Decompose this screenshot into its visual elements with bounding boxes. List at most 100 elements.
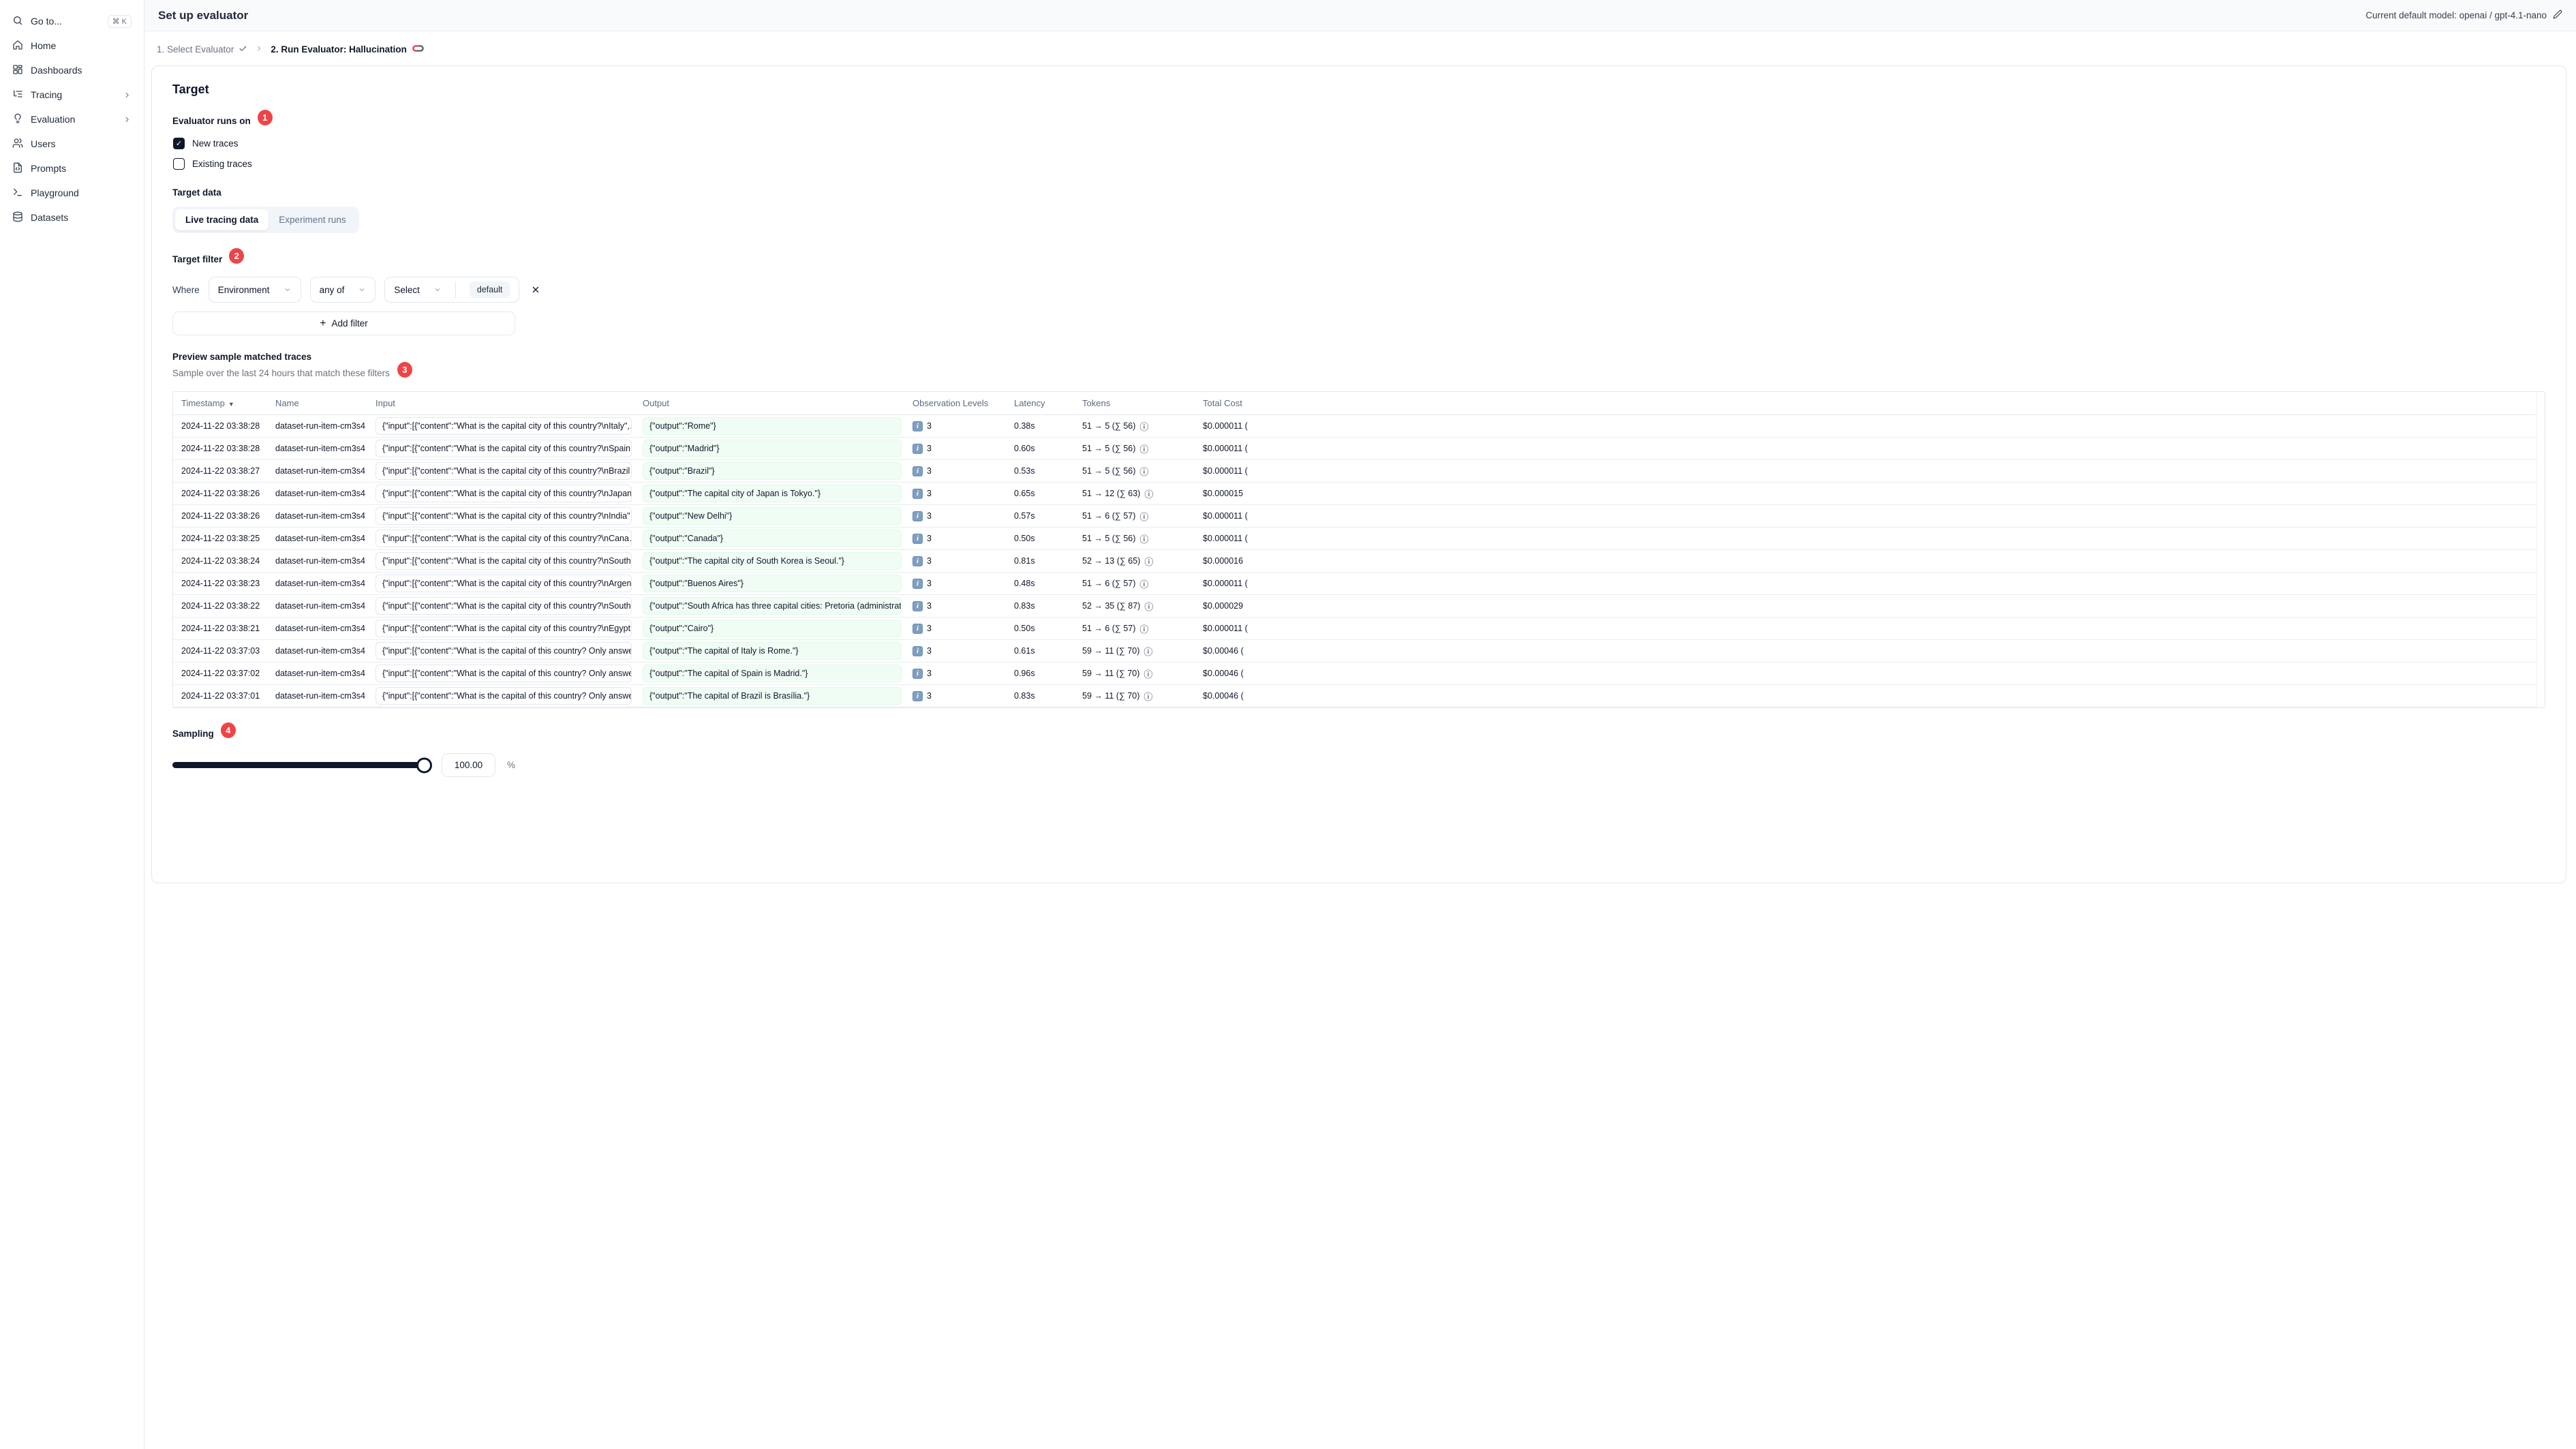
cell-tokens: 51 → 6 (∑ 57): [1082, 510, 1203, 523]
tab-live-tracing-data[interactable]: Live tracing data: [175, 209, 269, 230]
info-icon[interactable]: [1139, 510, 1148, 523]
table-row[interactable]: 2024-11-22 03:38:21 dataset-run-item-cm3…: [173, 617, 2536, 640]
edit-icon[interactable]: [2553, 10, 2562, 21]
cell-output: {"output":"The capital city of South Kor…: [643, 552, 902, 570]
info-icon[interactable]: [1144, 645, 1152, 658]
info-level-icon: i: [913, 690, 923, 701]
table-row[interactable]: 2024-11-22 03:38:26 dataset-run-item-cm3…: [173, 505, 2536, 528]
info-icon[interactable]: [1144, 600, 1153, 613]
sidebar-item-tracing[interactable]: Tracing: [7, 85, 137, 105]
cell-name: dataset-run-item-cm3s4: [275, 556, 365, 566]
table-row[interactable]: 2024-11-22 03:38:23 dataset-run-item-cm3…: [173, 573, 2536, 595]
cell-observation-levels: i3: [913, 488, 1014, 499]
cell-latency: 0.50s: [1014, 624, 1035, 633]
filter-operator-select[interactable]: any of: [309, 277, 376, 303]
goto-label: Go to...: [31, 16, 62, 27]
cell-total-cost: $0.000011 (: [1203, 421, 1248, 431]
cell-timestamp: 2024-11-22 03:38:25: [181, 534, 260, 543]
add-filter-button[interactable]: + Add filter: [172, 311, 515, 335]
cell-name: dataset-run-item-cm3s4: [275, 444, 365, 453]
default-model-indicator: Current default model: openai / gpt-4.1-…: [2365, 10, 2562, 21]
table-row[interactable]: 2024-11-22 03:38:27 dataset-run-item-cm3…: [173, 460, 2536, 483]
preview-title: Preview sample matched traces: [172, 352, 312, 362]
cell-observation-levels: i3: [913, 645, 1014, 656]
cell-output: {"output":"Buenos Aires"}: [643, 575, 902, 592]
cell-latency: 0.81s: [1014, 556, 1035, 566]
filter-value-select[interactable]: Select default: [384, 277, 520, 303]
column-header-total-cost: Total Cost: [1203, 398, 1242, 408]
info-icon[interactable]: [1139, 622, 1148, 635]
tab-experiment-runs[interactable]: Experiment runs: [269, 209, 356, 230]
cell-tokens: 59 → 11 (∑ 70): [1082, 667, 1203, 680]
info-icon[interactable]: [1144, 690, 1152, 703]
info-level-icon: i: [913, 466, 923, 476]
existing-traces-checkbox[interactable]: [173, 158, 185, 170]
sidebar-item-datasets[interactable]: Datasets: [7, 207, 137, 228]
cell-timestamp: 2024-11-22 03:38:23: [181, 579, 260, 588]
breadcrumb-step-run-evaluator: 2. Run Evaluator: Hallucination: [271, 44, 424, 55]
default-model-label: Current default model: openai / gpt-4.1-…: [2365, 10, 2547, 20]
sampling-percent-input[interactable]: [442, 753, 495, 777]
info-icon[interactable]: [1139, 532, 1148, 545]
cell-output: {"output":"Cairo"}: [643, 620, 902, 637]
table-row[interactable]: 2024-11-22 03:38:25 dataset-run-item-cm3…: [173, 528, 2536, 550]
target-heading: Target: [172, 82, 209, 96]
cell-observation-levels: i3: [913, 555, 1014, 566]
table-scrollbar[interactable]: [2536, 392, 2545, 707]
sidebar-item-label: Users: [31, 138, 56, 149]
cell-input: {"input":[{"content":"What is the capita…: [375, 530, 632, 547]
sidebar-item-label: Datasets: [31, 212, 69, 223]
remove-filter-button[interactable]: [528, 282, 543, 297]
sort-desc-icon: [225, 398, 234, 408]
cell-total-cost: $0.000015: [1203, 489, 1244, 498]
cell-name: dataset-run-item-cm3s4: [275, 624, 365, 633]
table-row[interactable]: 2024-11-22 03:37:03 dataset-run-item-cm3…: [173, 640, 2536, 662]
sidebar-item-home[interactable]: Home: [7, 35, 137, 56]
table-row[interactable]: 2024-11-22 03:38:24 dataset-run-item-cm3…: [173, 550, 2536, 573]
sidebar-item-playground[interactable]: Playground: [7, 183, 137, 203]
sidebar-item-dashboards[interactable]: Dashboards: [7, 60, 137, 80]
cell-name: dataset-run-item-cm3s4: [275, 669, 365, 678]
sampling-slider[interactable]: [172, 757, 432, 773]
table-row[interactable]: 2024-11-22 03:37:02 dataset-run-item-cm3…: [173, 662, 2536, 685]
cell-tokens: 52 → 13 (∑ 65): [1082, 555, 1203, 568]
column-header-tokens: Tokens: [1082, 398, 1111, 408]
table-header-row: Timestamp Name Input Output Observation …: [173, 392, 2536, 415]
cell-total-cost: $0.000011 (: [1203, 624, 1248, 633]
cell-name: dataset-run-item-cm3s4: [275, 646, 365, 656]
column-header-observation-levels: Observation Levels: [913, 398, 989, 408]
table-row[interactable]: 2024-11-22 03:38:22 dataset-run-item-cm3…: [173, 595, 2536, 617]
info-icon[interactable]: [1144, 555, 1153, 568]
info-icon[interactable]: [1139, 577, 1148, 590]
sidebar-item-evaluation[interactable]: Evaluation: [7, 109, 137, 129]
filter-column-select[interactable]: Environment: [208, 277, 301, 303]
column-header-timestamp[interactable]: Timestamp: [173, 398, 275, 408]
annotation-badge-1: 1: [257, 110, 273, 125]
table-row[interactable]: 2024-11-22 03:38:28 dataset-run-item-cm3…: [173, 415, 2536, 438]
cell-name: dataset-run-item-cm3s4: [275, 466, 365, 476]
info-icon[interactable]: [1144, 487, 1153, 500]
existing-traces-label: Existing traces: [192, 159, 252, 169]
preview-subtitle: Sample over the last 24 hours that match…: [172, 368, 390, 378]
new-traces-checkbox[interactable]: [173, 138, 185, 149]
sidebar-item-prompts[interactable]: Prompts: [7, 158, 137, 179]
sidebar-item-users[interactable]: Users: [7, 134, 137, 154]
cell-input: {"input":[{"content":"What is the capita…: [375, 440, 632, 457]
goto-search[interactable]: Go to... ⌘ K: [7, 11, 137, 31]
info-icon[interactable]: [1139, 465, 1148, 478]
cell-input: {"input":[{"content":"What is the capita…: [375, 665, 632, 682]
breadcrumb-step-select-evaluator[interactable]: 1. Select Evaluator: [157, 44, 247, 55]
target-data-label: Target data: [172, 187, 221, 198]
table-row[interactable]: 2024-11-22 03:37:01 dataset-run-item-cm3…: [173, 685, 2536, 707]
chevron-down-icon: [358, 286, 366, 294]
table-row[interactable]: 2024-11-22 03:38:26 dataset-run-item-cm3…: [173, 483, 2536, 505]
info-icon[interactable]: [1139, 420, 1148, 433]
info-icon[interactable]: [1144, 667, 1152, 680]
slider-thumb[interactable]: [416, 757, 432, 773]
breadcrumb: 1. Select Evaluator 2. Run Evaluator: Ha…: [157, 44, 2566, 55]
info-icon[interactable]: [1139, 442, 1148, 455]
column-header-name: Name: [275, 398, 299, 408]
table-row[interactable]: 2024-11-22 03:38:28 dataset-run-item-cm3…: [173, 438, 2536, 460]
cell-output: {"output":"The capital of Brazil is Bras…: [643, 687, 902, 705]
cell-output: {"output":"The capital of Spain is Madri…: [643, 665, 902, 682]
